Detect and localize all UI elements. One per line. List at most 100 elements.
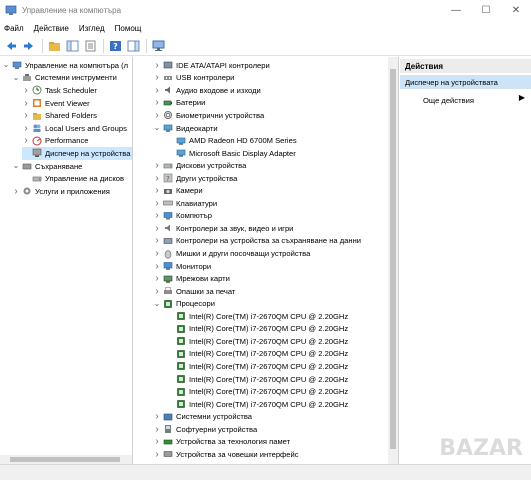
device-tree-item[interactable]: › Контролери за звук, видео и игри <box>153 222 293 235</box>
collapse-arrow-icon[interactable]: › <box>12 186 20 197</box>
collapse-arrow-icon[interactable]: › <box>153 160 161 171</box>
expand-arrow-icon[interactable]: ⌄ <box>153 124 161 132</box>
scrollbar-thumb[interactable] <box>10 457 120 462</box>
collapse-arrow-icon[interactable]: › <box>22 135 30 146</box>
collapse-arrow-icon[interactable]: › <box>153 173 161 184</box>
device-tree-item[interactable]: Intel(R) Core(TM) i7-2670QM CPU @ 2.20GH… <box>166 310 348 323</box>
device-tree-item[interactable]: › Монитори <box>153 260 211 273</box>
vertical-scrollbar[interactable] <box>388 57 398 464</box>
device-tree-item[interactable]: › Опашки за печат <box>153 285 235 298</box>
device-tree-item[interactable]: › Устройства за технология памет <box>153 436 290 449</box>
device-tree-item[interactable]: Intel(R) Core(TM) i7-2670QM CPU @ 2.20GH… <box>166 335 348 348</box>
expand-arrow-icon[interactable]: ⌄ <box>2 61 10 69</box>
collapse-arrow-icon[interactable]: › <box>153 411 161 422</box>
device-tree-item[interactable]: › Мишки и други посочващи устройства <box>153 247 310 260</box>
collapse-arrow-icon[interactable]: › <box>153 110 161 121</box>
device-tree-item[interactable]: › Камери <box>153 185 202 198</box>
device-tree-label: Аудио входове и изходи <box>176 85 261 95</box>
collapse-arrow-icon[interactable]: › <box>153 60 161 71</box>
collapse-arrow-icon[interactable]: › <box>22 123 30 134</box>
collapse-arrow-icon[interactable]: › <box>153 424 161 435</box>
collapse-arrow-icon[interactable]: › <box>153 248 161 259</box>
menu-file[interactable]: Файл <box>4 24 24 33</box>
expand-arrow-icon[interactable]: ⌄ <box>12 162 20 170</box>
device-tree-item[interactable]: ⌄ Процесори <box>153 297 215 310</box>
device-tree-item[interactable]: ›? Други устройства <box>153 172 237 185</box>
collapse-arrow-icon[interactable]: › <box>153 235 161 246</box>
collapse-arrow-icon[interactable]: › <box>153 97 161 108</box>
close-button[interactable]: ✕ <box>501 0 531 20</box>
folder-up-icon <box>48 41 60 51</box>
expand-arrow-icon[interactable]: ⌄ <box>153 299 161 308</box>
collapse-arrow-icon[interactable]: › <box>153 286 161 297</box>
device-tree-item[interactable]: › USB контролери <box>153 72 234 85</box>
properties-button[interactable] <box>82 38 98 54</box>
up-folder-button[interactable] <box>46 38 62 54</box>
maximize-button[interactable]: ☐ <box>471 0 501 20</box>
scrollbar-thumb[interactable] <box>390 69 396 449</box>
device-tree-item[interactable]: AMD Radeon HD 6700M Series <box>166 134 297 147</box>
device-tree-item[interactable]: › Мрежови карти <box>153 272 230 285</box>
actions-context-item[interactable]: Диспечер на устройствата <box>400 75 531 89</box>
device-tree-item[interactable]: › Софтуерни устройства <box>153 423 257 436</box>
more-actions-item[interactable]: Още действия ▶ <box>400 93 531 107</box>
nav-tree-item[interactable]: › Local Users and Groups <box>22 122 127 135</box>
minimize-button[interactable]: — <box>441 0 471 20</box>
device-tree-item[interactable]: › Биометрични устройства <box>153 109 264 122</box>
collapse-arrow-icon[interactable]: › <box>22 85 30 96</box>
collapse-arrow-icon[interactable]: › <box>153 449 161 460</box>
nav-tree-item[interactable]: › Task Scheduler <box>22 84 97 97</box>
show-action-pane-button[interactable] <box>125 38 141 54</box>
device-tree-item[interactable]: › Аудио входове и изходи <box>153 84 261 97</box>
device-tree-item[interactable]: Intel(R) Core(TM) i7-2670QM CPU @ 2.20GH… <box>166 360 348 373</box>
nav-tree-item[interactable]: ⌄ Системни инструменти <box>12 72 117 85</box>
menu-help[interactable]: Помощ <box>115 24 142 33</box>
menu-action[interactable]: Действие <box>34 24 69 33</box>
collapse-arrow-icon[interactable]: › <box>22 98 30 109</box>
nav-tree-item[interactable]: › Shared Folders <box>22 109 97 122</box>
device-tree-item[interactable]: › Системни устройства <box>153 410 252 423</box>
collapse-arrow-icon[interactable]: › <box>153 72 161 83</box>
back-button[interactable] <box>3 38 19 54</box>
nav-tree-item[interactable]: ⌄ Съхраняване <box>12 160 83 173</box>
forward-button[interactable] <box>21 38 37 54</box>
device-tree-item[interactable]: ⌄ Видеокарти <box>153 122 218 135</box>
device-tree-item[interactable]: › Компютър <box>153 210 212 223</box>
device-tree-item[interactable]: › Контролери на устройства за съхраняване… <box>153 235 361 248</box>
nav-tree-item[interactable]: › Event Viewer <box>22 97 89 110</box>
menu-view[interactable]: Изглед <box>79 24 105 33</box>
nav-tree-item[interactable]: › Услуги и приложения <box>12 185 110 198</box>
collapse-arrow-icon[interactable]: › <box>153 223 161 234</box>
collapse-arrow-icon[interactable]: › <box>153 436 161 447</box>
device-tree-item[interactable]: › Клавиатури <box>153 197 217 210</box>
device-tree-item[interactable]: Microsoft Basic Display Adapter <box>166 147 296 160</box>
help-button[interactable]: ? <box>107 38 123 54</box>
expand-arrow-icon[interactable]: ⌄ <box>12 73 20 82</box>
nav-tree-item[interactable]: ⌄ Управление на компютъра (л <box>2 59 128 72</box>
disk-icon <box>163 163 173 168</box>
collapse-arrow-icon[interactable]: › <box>153 273 161 284</box>
collapse-arrow-icon[interactable]: › <box>153 185 161 196</box>
collapse-arrow-icon[interactable]: › <box>153 210 161 221</box>
nav-tree-item[interactable]: › Performance <box>22 135 88 148</box>
device-tree-item[interactable]: Intel(R) Core(TM) i7-2670QM CPU @ 2.20GH… <box>166 398 348 411</box>
nav-tree-item[interactable]: Диспечер на устройства <box>22 147 132 160</box>
collapse-arrow-icon[interactable]: › <box>153 198 161 209</box>
device-tree-item[interactable]: Intel(R) Core(TM) i7-2670QM CPU @ 2.20GH… <box>166 323 348 336</box>
device-tree-item[interactable]: Intel(R) Core(TM) i7-2670QM CPU @ 2.20GH… <box>166 373 348 386</box>
device-tree-item[interactable]: Intel(R) Core(TM) i7-2670QM CPU @ 2.20GH… <box>166 348 348 361</box>
show-hide-tree-button[interactable] <box>64 38 80 54</box>
tools-icon <box>23 73 31 81</box>
collapse-arrow-icon[interactable]: › <box>153 85 161 96</box>
collapse-arrow-icon[interactable]: › <box>22 110 30 121</box>
collapse-arrow-icon[interactable]: › <box>153 261 161 272</box>
device-tree-item[interactable]: › Дискови устройства <box>153 159 246 172</box>
device-tree-item[interactable]: › IDE ATA/ATAPI контролери <box>153 59 269 72</box>
horizontal-scrollbar[interactable] <box>0 455 132 464</box>
device-tree-item[interactable]: › Батерии <box>153 97 205 110</box>
display-button[interactable] <box>150 38 166 54</box>
device-tree-item[interactable]: Intel(R) Core(TM) i7-2670QM CPU @ 2.20GH… <box>166 385 348 398</box>
device-tree-item[interactable]: › Устройства за човешки интерфейс <box>153 448 298 461</box>
nav-tree-item[interactable]: Управление на дисков <box>22 172 124 185</box>
device-tree-label: Intel(R) Core(TM) i7-2670QM CPU @ 2.20GH… <box>189 324 349 334</box>
